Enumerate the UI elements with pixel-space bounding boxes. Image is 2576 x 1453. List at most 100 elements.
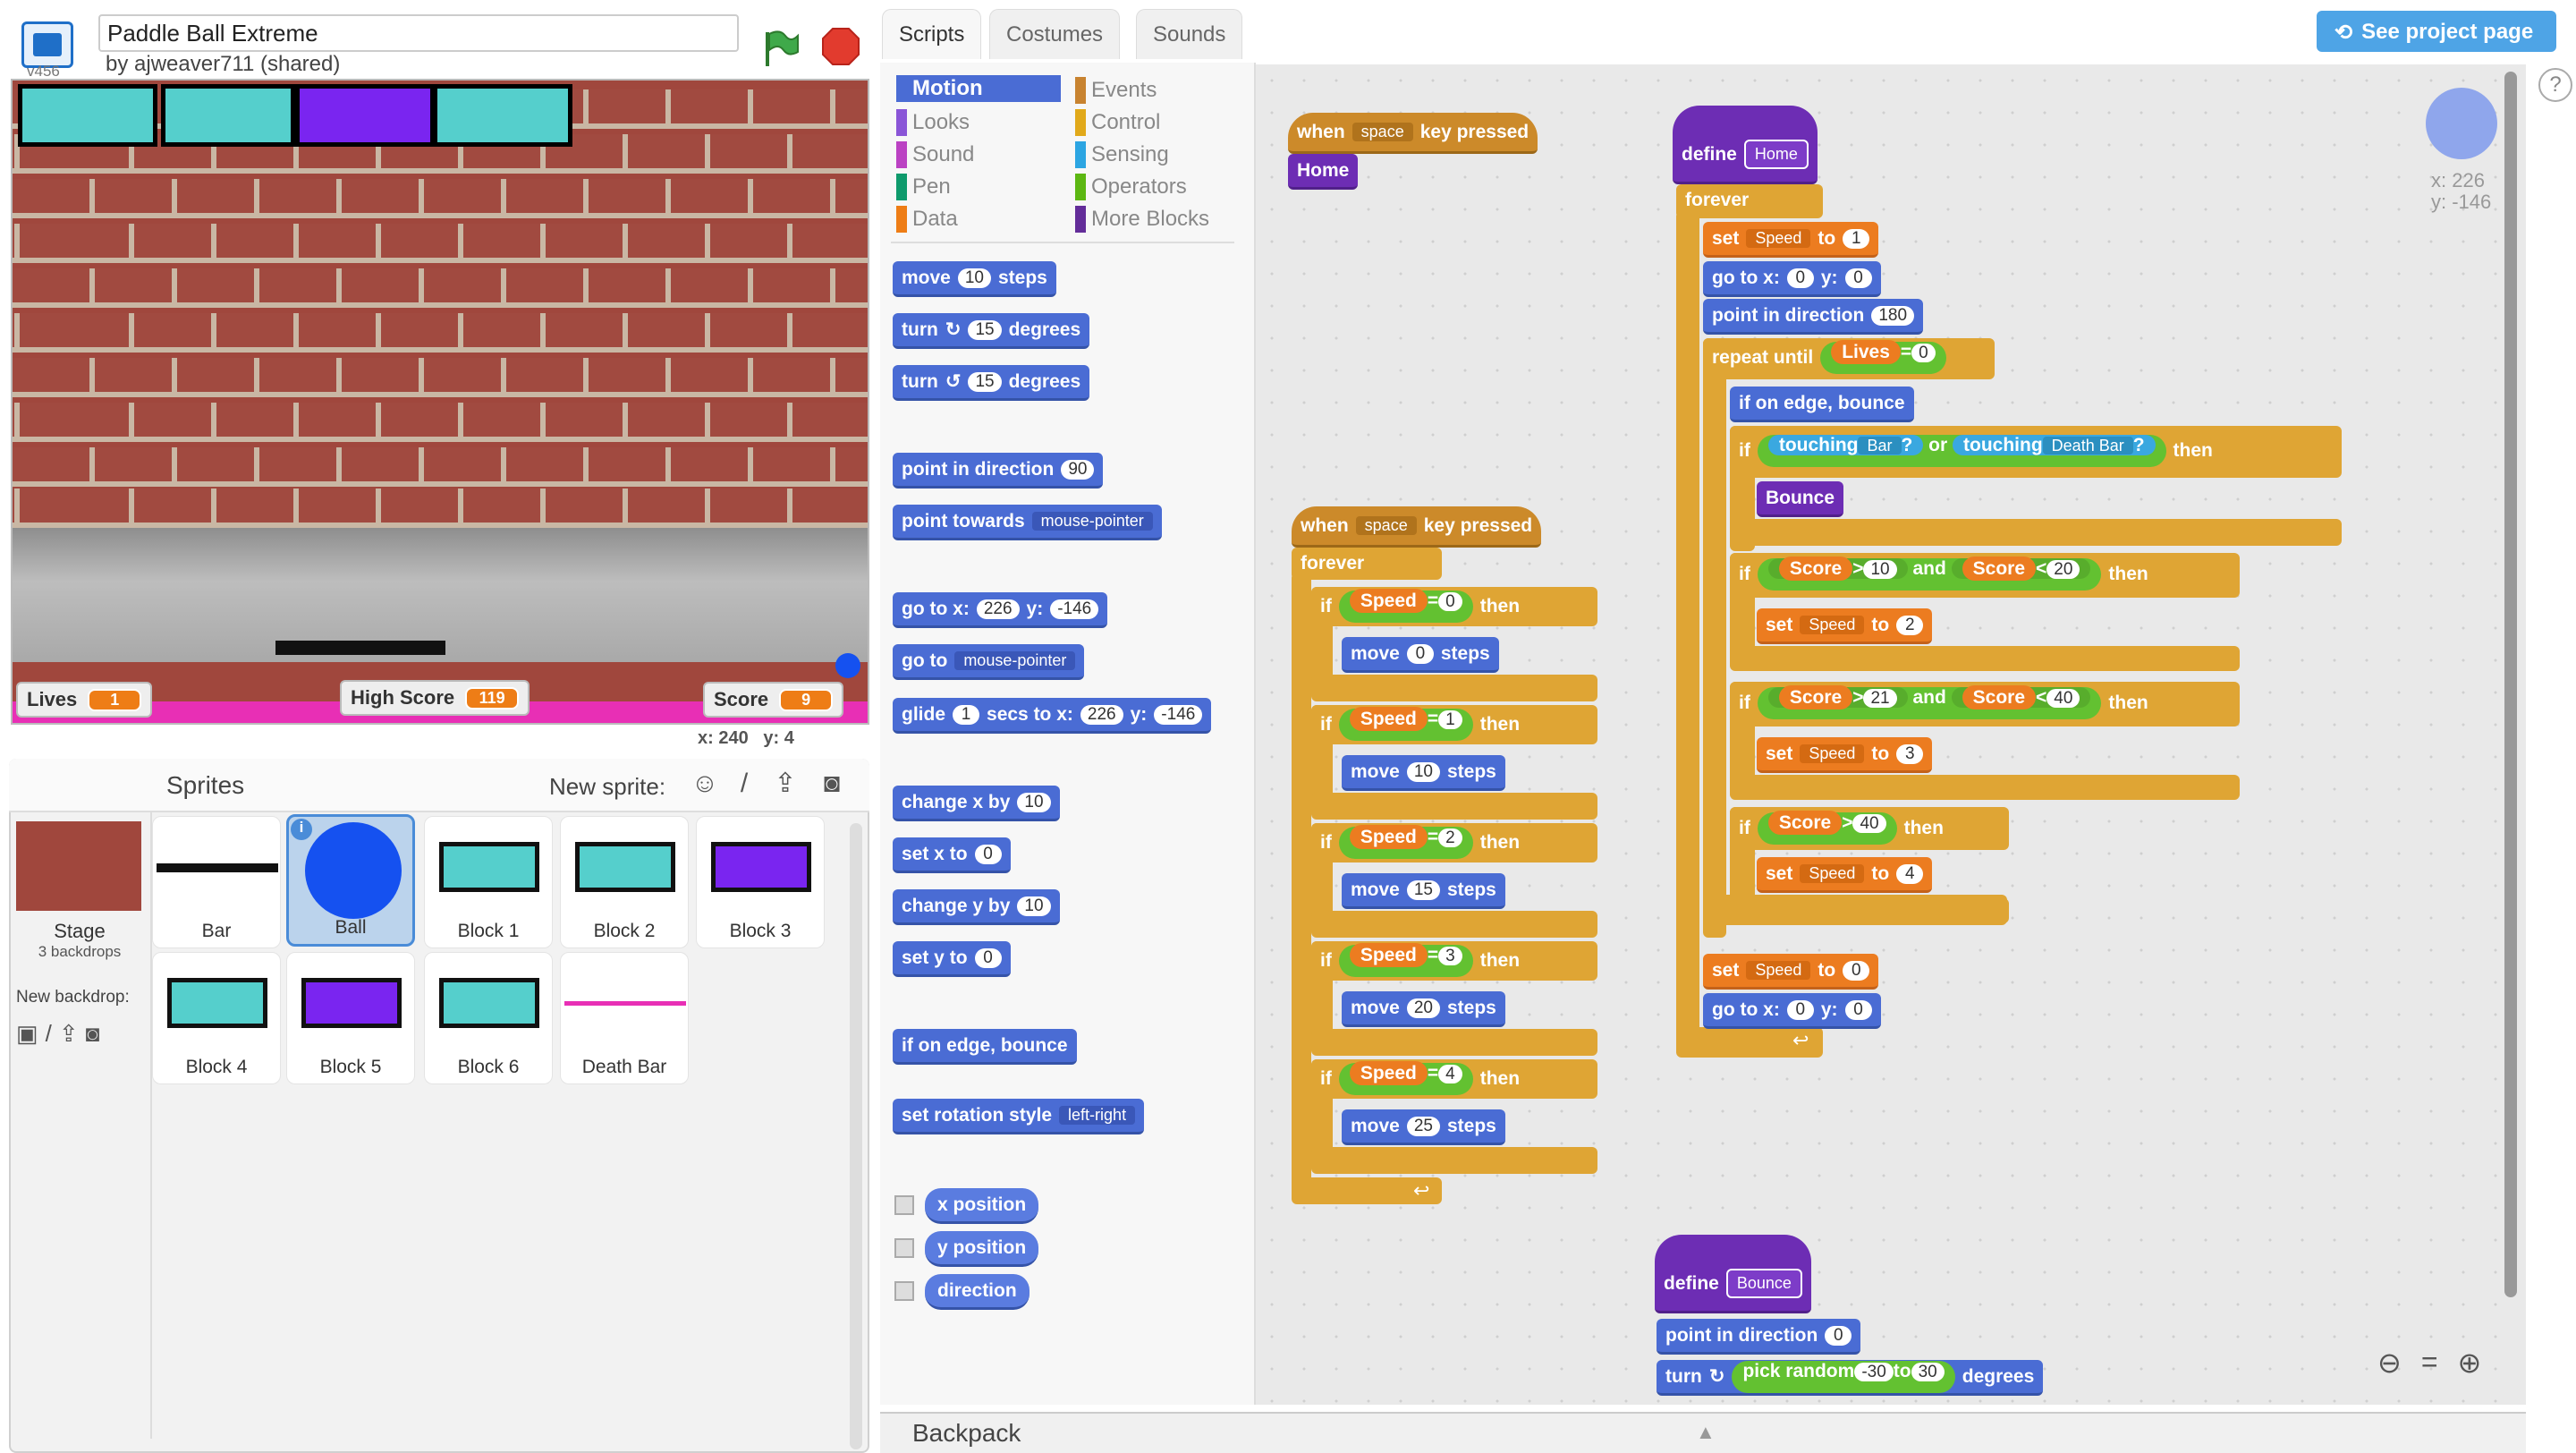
- green-flag-icon[interactable]: [762, 29, 800, 68]
- category-operators[interactable]: Operators: [1075, 174, 1187, 200]
- y-position-checkbox[interactable]: [894, 1238, 914, 1258]
- category-more-blocks[interactable]: More Blocks: [1075, 206, 1209, 233]
- palette-turn-left-block[interactable]: turn ↺ 15 degrees: [893, 365, 1090, 401]
- block-2-sprite[interactable]: [161, 84, 295, 147]
- if-score-10-20[interactable]: if Score >10 and Score <20 then: [1730, 557, 2157, 592]
- if-speed-2[interactable]: if Speed = 2 then: [1311, 825, 1529, 861]
- move-15-steps[interactable]: move 15 steps: [1342, 873, 1505, 909]
- set-speed-3[interactable]: set Speed to 3: [1757, 737, 1933, 773]
- set-speed-4[interactable]: set Speed to 4: [1757, 857, 1933, 893]
- x-position-checkbox[interactable]: [894, 1195, 914, 1215]
- palette-bounce-block[interactable]: if on edge, bounce: [893, 1029, 1077, 1065]
- tab-costumes[interactable]: Costumes: [989, 9, 1121, 59]
- define-home-hat[interactable]: define Home: [1673, 106, 1818, 184]
- palette-set-y-block[interactable]: set y to 0: [893, 941, 1011, 977]
- palette-glide-block[interactable]: glide 1 secs to x: 226 y: -146: [893, 698, 1212, 734]
- call-home-block[interactable]: Home: [1288, 154, 1359, 190]
- palette-change-x-block[interactable]: change x by 10: [893, 786, 1060, 821]
- palette-x-position-reporter[interactable]: x position: [925, 1188, 1039, 1224]
- sprite-tile-block-4[interactable]: Block 4: [152, 952, 281, 1084]
- repeat-until-lives-0[interactable]: repeat until Lives = 0: [1703, 340, 1955, 376]
- category-sensing[interactable]: Sensing: [1075, 141, 1169, 168]
- move-10-steps[interactable]: move 10 steps: [1342, 755, 1505, 791]
- tab-sounds[interactable]: Sounds: [1136, 9, 1243, 59]
- zoom-in-icon[interactable]: ⊕: [2458, 1346, 2482, 1381]
- goto-xy-0-0[interactable]: go to x: 0 y: 0: [1703, 261, 1881, 297]
- palette-move-block[interactable]: move 10 steps: [893, 261, 1056, 297]
- define-bounce-hat[interactable]: define Bounce: [1655, 1235, 1811, 1313]
- category-motion[interactable]: Motion: [896, 75, 1061, 102]
- category-looks[interactable]: Looks: [896, 109, 970, 136]
- palette-point-towards-block[interactable]: point towards mouse-pointer: [893, 505, 1162, 540]
- goto-xy-0-0-end[interactable]: go to x: 0 y: 0: [1703, 993, 1881, 1029]
- block-1-sprite[interactable]: [18, 84, 157, 147]
- stage-thumbnail[interactable]: [16, 821, 141, 911]
- sprite-tile-block-2[interactable]: Block 2: [560, 816, 689, 948]
- info-icon[interactable]: i: [291, 819, 312, 840]
- tab-scripts[interactable]: Scripts: [882, 9, 982, 59]
- category-sound[interactable]: Sound: [896, 141, 974, 168]
- paint-brush-icon[interactable]: /: [728, 768, 760, 800]
- call-bounce-block[interactable]: Bounce: [1757, 481, 1844, 517]
- backdrop-camera-icon[interactable]: ◙: [86, 1020, 100, 1048]
- palette-direction-reporter[interactable]: direction: [925, 1274, 1030, 1310]
- move-20-steps[interactable]: move 20 steps: [1342, 991, 1505, 1027]
- move-25-steps[interactable]: move 25 steps: [1342, 1109, 1505, 1145]
- palette-rotation-style-block[interactable]: set rotation style left-right: [893, 1099, 1145, 1134]
- palette-change-y-block[interactable]: change y by 10: [893, 889, 1060, 925]
- sprite-tile-block-6[interactable]: Block 6: [424, 952, 553, 1084]
- help-icon[interactable]: ?: [2538, 68, 2572, 102]
- when-key-pressed-hat[interactable]: when space key pressed: [1288, 113, 1538, 154]
- fullscreen-icon[interactable]: [21, 21, 73, 68]
- if-score-40[interactable]: if Score >40 then: [1730, 811, 1953, 846]
- backdrop-paint-icon[interactable]: /: [46, 1020, 52, 1048]
- sprite-tile-ball[interactable]: i Ball: [286, 814, 415, 947]
- bar-sprite[interactable]: [275, 641, 445, 655]
- block-4-sprite[interactable]: [433, 84, 572, 147]
- sprite-tile-block-3[interactable]: Block 3: [696, 816, 825, 948]
- scripts-scrollbar[interactable]: [2504, 72, 2517, 1297]
- category-events[interactable]: Events: [1075, 77, 1157, 104]
- direction-checkbox[interactable]: [894, 1281, 914, 1301]
- point-direction-0[interactable]: point in direction 0: [1657, 1319, 1861, 1355]
- sprite-list-scrollbar[interactable]: [850, 823, 862, 1449]
- if-speed-4[interactable]: if Speed = 4 then: [1311, 1061, 1529, 1097]
- palette-goto-xy-block[interactable]: go to x: 226 y: -146: [893, 592, 1108, 628]
- zoom-out-icon[interactable]: ⊖: [2377, 1346, 2402, 1381]
- ball-sprite[interactable]: [835, 653, 860, 678]
- backdrop-upload-icon[interactable]: ⇪: [59, 1020, 79, 1048]
- if-score-21-40[interactable]: if Score >21 and Score <40 then: [1730, 685, 2157, 721]
- move-0-steps[interactable]: move 0 steps: [1342, 637, 1499, 673]
- camera-icon[interactable]: ◙: [816, 768, 848, 800]
- stop-icon[interactable]: [821, 27, 860, 66]
- set-speed-2[interactable]: set Speed to 2: [1757, 608, 1933, 644]
- palette-y-position-reporter[interactable]: y position: [925, 1231, 1039, 1267]
- set-speed-1[interactable]: set Speed to 1: [1703, 222, 1879, 258]
- sprite-tile-death-bar[interactable]: Death Bar: [560, 952, 689, 1084]
- upload-icon[interactable]: ⇪: [769, 768, 801, 800]
- palette-goto-block[interactable]: go to mouse-pointer: [893, 644, 1085, 680]
- palette-turn-right-block[interactable]: turn ↻ 15 degrees: [893, 313, 1090, 349]
- sprite-tile-block-5[interactable]: Block 5: [286, 952, 415, 1084]
- if-speed-0[interactable]: if Speed = 0 then: [1311, 589, 1529, 625]
- category-pen[interactable]: Pen: [896, 174, 951, 200]
- backdrop-library-icon[interactable]: ▣: [16, 1020, 38, 1048]
- turn-random-degrees[interactable]: turn ↻ pick random -30 to 30 degrees: [1657, 1360, 2044, 1396]
- if-touching-bar-or-deathbar[interactable]: if touching Bar? or touching Death Bar? th…: [1730, 433, 2222, 469]
- sprite-tile-block-1[interactable]: Block 1: [424, 816, 553, 948]
- sprite-tile-bar[interactable]: Bar: [152, 816, 281, 948]
- if-on-edge-bounce[interactable]: if on edge, bounce: [1730, 387, 1914, 422]
- if-speed-3[interactable]: if Speed = 3 then: [1311, 943, 1529, 979]
- if-speed-1[interactable]: if Speed = 1 then: [1311, 707, 1529, 743]
- expand-arrow-icon[interactable]: ▲: [1696, 1421, 1716, 1444]
- category-control[interactable]: Control: [1075, 109, 1160, 136]
- project-title-input[interactable]: [98, 14, 739, 52]
- category-data[interactable]: Data: [896, 206, 958, 233]
- set-speed-0[interactable]: set Speed to 0: [1703, 954, 1879, 990]
- stage-canvas[interactable]: Lives 1 High Score 119 Score 9: [11, 79, 869, 725]
- palette-point-direction-block[interactable]: point in direction 90: [893, 453, 1104, 489]
- see-project-page-button[interactable]: ⟲ See project page: [2317, 11, 2556, 52]
- when-key-pressed-hat-2[interactable]: when space key pressed: [1292, 506, 1542, 548]
- palette-set-x-block[interactable]: set x to 0: [893, 837, 1011, 873]
- sprite-library-icon[interactable]: ☺: [689, 768, 721, 800]
